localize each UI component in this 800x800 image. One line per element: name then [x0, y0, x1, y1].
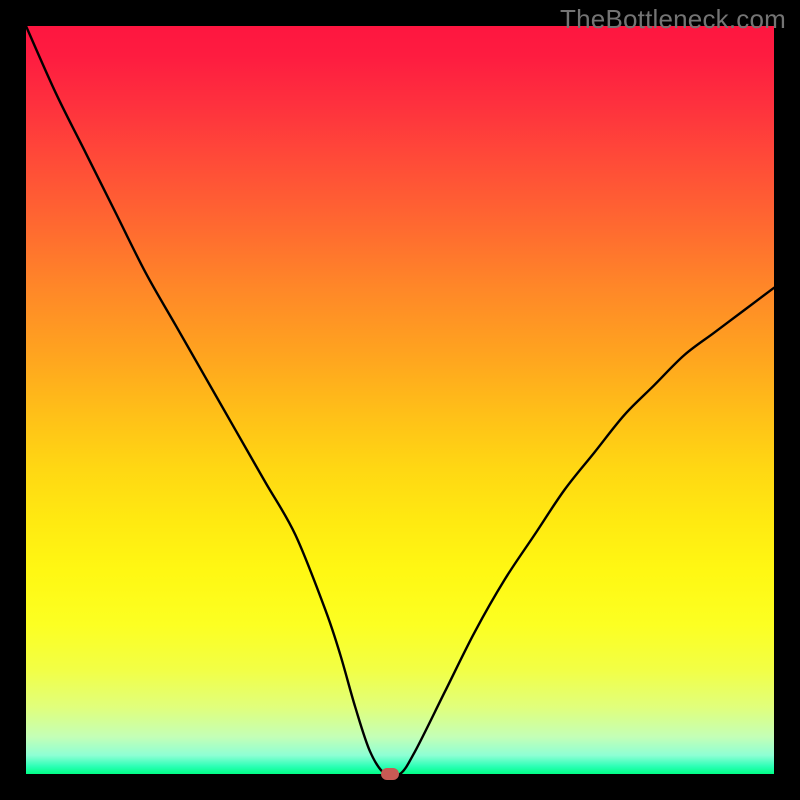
optimum-marker: [381, 768, 399, 780]
bottleneck-curve: [26, 26, 774, 774]
chart-frame: TheBottleneck.com: [0, 0, 800, 800]
curve-path: [26, 26, 774, 774]
plot-area: [26, 26, 774, 774]
watermark-text: TheBottleneck.com: [560, 4, 786, 35]
